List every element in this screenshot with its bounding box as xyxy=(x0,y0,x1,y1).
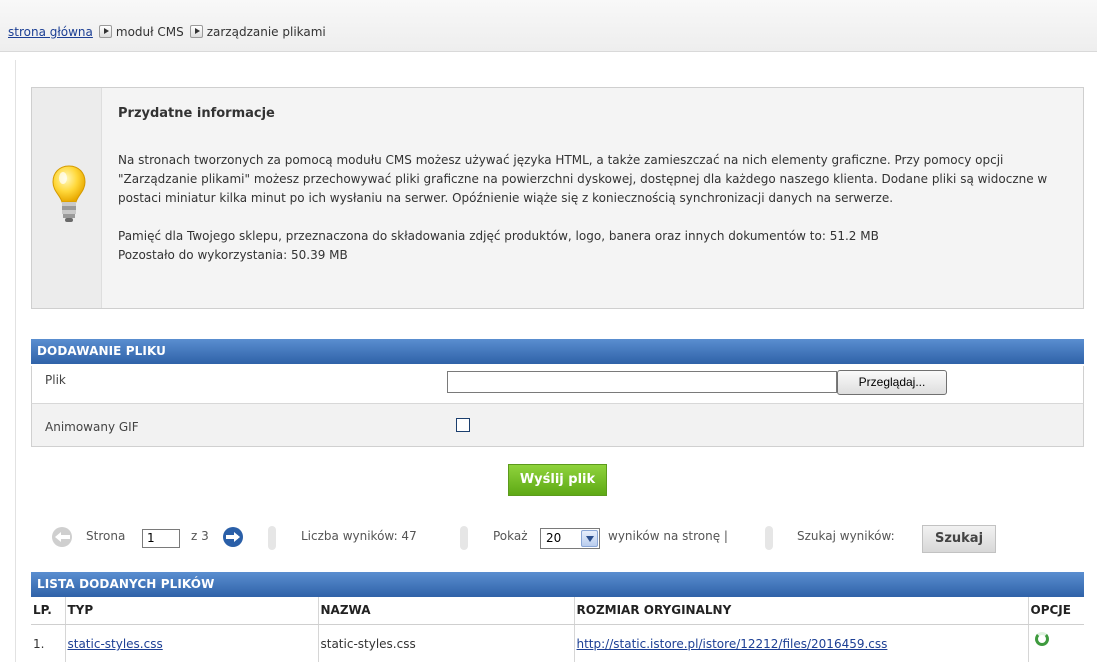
file-row: Plik Przeglądaj... xyxy=(31,366,1084,404)
file-table: LP. TYP NAZWA ROZMIAR ORYGINALNY OPCJE 1… xyxy=(31,597,1084,662)
info-text: Na stronach tworzonych za pomocą modułu … xyxy=(118,151,1068,265)
divider xyxy=(460,526,468,550)
lightbulb-icon xyxy=(52,165,86,222)
upload-section-header: DODAWANIE PLIKU xyxy=(31,339,1084,364)
next-page-icon[interactable] xyxy=(223,527,243,547)
per-page-suffix: wyników na stronę | xyxy=(608,529,728,543)
remaining-info: Pozostało do wykorzystania: 50.39 MB xyxy=(118,248,348,262)
page-count: z 3 xyxy=(191,529,209,543)
column-header-type: TYP xyxy=(65,597,319,625)
refresh-icon[interactable] xyxy=(1034,631,1049,646)
content-left-border xyxy=(15,60,16,662)
breadcrumb-home-link[interactable]: strona główna xyxy=(8,25,93,39)
breadcrumb: strona główna moduł CMS zarządzanie plikam… xyxy=(8,25,326,39)
column-header-name: NAZWA xyxy=(318,597,575,625)
animated-gif-checkbox[interactable] xyxy=(456,418,470,432)
breadcrumb-arrow-icon xyxy=(98,25,112,38)
breadcrumb-arrow-icon xyxy=(189,25,203,38)
browse-button[interactable]: Przeglądaj... xyxy=(837,370,947,395)
file-url-link[interactable]: http://static.istore.pl/istore/12212/fil… xyxy=(577,637,888,651)
breadcrumb-bar: strona główna moduł CMS zarządzanie plikam… xyxy=(0,0,1097,52)
file-type-link[interactable]: static-styles.css xyxy=(68,637,163,651)
page-label: Strona xyxy=(86,529,126,543)
file-label: Plik xyxy=(45,373,66,387)
page-number-input[interactable]: 1 xyxy=(142,529,180,548)
per-page-value: 20 xyxy=(546,531,562,545)
prev-page-icon[interactable] xyxy=(52,527,72,547)
info-title: Przydatne informacje xyxy=(118,106,275,121)
results-count: Liczba wyników: 47 xyxy=(301,529,417,543)
info-paragraph: Na stronach tworzonych za pomocą modułu … xyxy=(118,153,1048,205)
search-results-label: Szukaj wyników: xyxy=(797,529,895,543)
breadcrumb-current: zarządzanie plikami xyxy=(206,25,326,39)
animated-gif-label: Animowany GIF xyxy=(45,420,139,434)
column-header-size: ROZMIAR ORYGINALNY xyxy=(574,597,1029,625)
column-header-lp: LP. xyxy=(31,597,66,625)
divider xyxy=(765,526,773,550)
show-label: Pokaż xyxy=(493,529,528,543)
table-header-row: LP. TYP NAZWA ROZMIAR ORYGINALNY OPCJE xyxy=(31,597,1084,625)
row-number: 1. xyxy=(31,624,66,662)
pagination-bar: Strona 1 z 3 Liczba wyników: 47 Pokaż 20… xyxy=(50,522,1090,553)
file-name: static-styles.css xyxy=(318,624,575,662)
table-row: 1. static-styles.css static-styles.css h… xyxy=(31,624,1084,662)
search-button[interactable]: Szukaj xyxy=(922,525,996,553)
column-header-options: OPCJE xyxy=(1028,597,1084,625)
divider xyxy=(268,526,276,550)
breadcrumb-cms[interactable]: moduł CMS xyxy=(116,25,184,39)
file-path-input[interactable] xyxy=(447,371,837,393)
storage-info: Pamięć dla Twojego sklepu, przeznaczona … xyxy=(118,229,879,243)
send-file-button[interactable]: Wyślij plik xyxy=(508,464,607,496)
info-box: Przydatne informacje Na stronach tworzon… xyxy=(31,87,1084,309)
chevron-down-icon[interactable] xyxy=(581,530,598,547)
info-icon-column xyxy=(32,88,102,308)
file-list-header: LISTA DODANYCH PLIKÓW xyxy=(31,572,1084,597)
animated-gif-row: Animowany GIF xyxy=(31,404,1084,447)
per-page-select[interactable]: 20 xyxy=(540,528,600,549)
